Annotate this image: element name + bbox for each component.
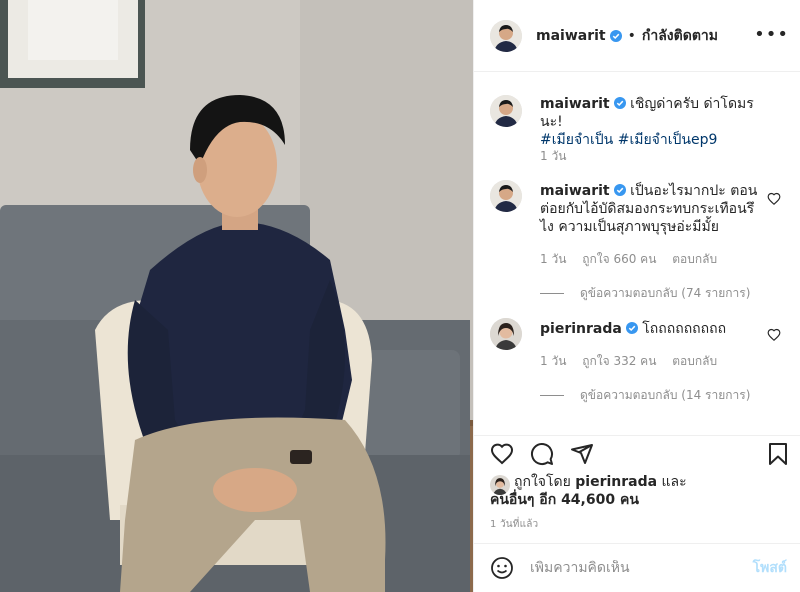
comment-heart-icon[interactable] — [767, 328, 781, 342]
caption-avatar[interactable] — [490, 95, 522, 127]
comment-meta: 1 วัน ถูกใจ 660 คน ตอบกลับ — [540, 250, 729, 269]
post-timestamp[interactable]: 1 วันที่แล้ว — [490, 517, 538, 532]
ellipsis-icon[interactable]: ••• — [754, 26, 789, 44]
comment-item: pierinrada โถถถถถถถถถ 1 วัน ถูกใจ 332 คน… — [490, 318, 785, 433]
liked-by-prefix: ถูกใจโดย — [514, 474, 571, 490]
caption-time[interactable]: 1 วัน — [540, 149, 566, 163]
action-bar — [474, 435, 800, 471]
reply-button[interactable]: ตอบกลับ — [672, 252, 717, 266]
hashtag-link[interactable]: #เมียจำเป็นep9 — [618, 132, 718, 148]
liked-by-others-row: คนอื่นๆ อีก 44,600 คน — [490, 491, 790, 509]
bookmark-icon[interactable] — [766, 442, 790, 466]
photo-illustration — [0, 0, 473, 592]
likes-summary: ถูกใจโดย pierinrada และ คนอื่นๆ อีก 44,6… — [490, 473, 790, 509]
comment-time[interactable]: 1 วัน — [540, 252, 566, 266]
comment-username[interactable]: pierinrada — [540, 321, 622, 337]
replies-divider — [540, 293, 564, 294]
replies-divider — [540, 395, 564, 396]
liker-avatar[interactable] — [490, 475, 510, 495]
view-replies[interactable]: ดูข้อความตอบกลับ (14 รายการ) — [540, 386, 750, 405]
verified-badge-icon — [613, 97, 626, 109]
author-avatar[interactable] — [490, 19, 522, 52]
verified-badge-icon — [609, 29, 622, 42]
add-comment-bar: โพสต์ — [474, 543, 800, 592]
comment-body: โถถถถถถถถถ — [642, 321, 727, 337]
emoji-icon[interactable] — [490, 556, 514, 580]
verified-badge-icon — [613, 184, 626, 196]
likes-text: ถูกใจโดย pierinrada และ — [514, 473, 790, 491]
hashtag-link[interactable]: #เมียจำเป็น — [540, 132, 613, 148]
view-replies-label: ดูข้อความตอบกลับ (74 รายการ) — [580, 286, 751, 300]
post-header: maiwarit • กำลังติดตาม ••• — [474, 0, 800, 72]
comment-heart-icon[interactable] — [767, 192, 781, 206]
comments-list: maiwarit เชิญด่าครับ ด่าโดมรนะ! #เมียจำเ… — [474, 73, 800, 435]
caption-text: maiwarit เชิญด่าครับ ด่าโดมรนะ! #เมียจำเ… — [540, 95, 768, 149]
liked-by-joiner: และ — [661, 474, 687, 490]
comment-item: maiwarit เป็นอะไรมากปะ ตอนต่อยกับไอ้บัดิ… — [490, 180, 785, 305]
comment-avatar[interactable] — [490, 180, 522, 212]
reply-button[interactable]: ตอบกลับ — [672, 354, 717, 368]
liked-by-others[interactable]: คนอื่นๆ อีก 44,600 คน — [490, 492, 639, 508]
view-replies-label: ดูข้อความตอบกลับ (14 รายการ) — [580, 388, 751, 402]
comment-icon[interactable] — [530, 442, 554, 466]
share-icon[interactable] — [570, 442, 594, 466]
heart-icon[interactable] — [490, 442, 514, 466]
caption-username[interactable]: maiwarit — [540, 96, 610, 112]
comment-avatar[interactable] — [490, 318, 522, 350]
liked-by-user[interactable]: pierinrada — [575, 474, 657, 490]
comment-username[interactable]: maiwarit — [540, 183, 610, 199]
following-button[interactable]: กำลังติดตาม — [642, 25, 718, 47]
verified-badge-icon — [625, 322, 638, 334]
comment-meta: 1 วัน ถูกใจ 332 คน ตอบกลับ — [540, 352, 729, 371]
post-panel: maiwarit • กำลังติดตาม ••• maiwarit เชิญ… — [473, 0, 800, 592]
separator-dot: • — [627, 27, 636, 44]
view-replies[interactable]: ดูข้อความตอบกลับ (74 รายการ) — [540, 284, 750, 303]
comment-likes[interactable]: ถูกใจ 332 คน — [582, 354, 656, 368]
author-username[interactable]: maiwarit — [536, 28, 606, 44]
post-comment-button[interactable]: โพสต์ — [753, 557, 787, 579]
comment-text: pierinrada โถถถถถถถถถ — [540, 320, 768, 338]
caption-item: maiwarit เชิญด่าครับ ด่าโดมรนะ! #เมียจำเ… — [490, 95, 785, 175]
caption-meta: 1 วัน — [540, 147, 578, 166]
comment-input[interactable] — [530, 560, 730, 576]
comment-time[interactable]: 1 วัน — [540, 354, 566, 368]
comment-text: maiwarit เป็นอะไรมากปะ ตอนต่อยกับไอ้บัดิ… — [540, 182, 768, 236]
post-photo — [0, 0, 473, 592]
comment-likes[interactable]: ถูกใจ 660 คน — [582, 252, 656, 266]
